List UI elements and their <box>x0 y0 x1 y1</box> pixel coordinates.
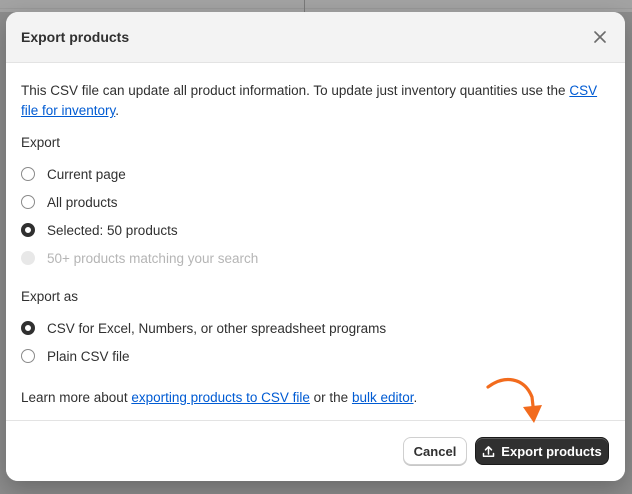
intro-text-main: This CSV file can update all product inf… <box>21 83 570 98</box>
exporting-products-link[interactable]: exporting products to CSV file <box>131 390 310 405</box>
learn-more-prefix: Learn more about <box>21 390 132 405</box>
radio-label: Selected: 50 products <box>47 222 178 238</box>
export-products-button-label: Export products <box>501 443 602 459</box>
background-top-strip <box>0 0 632 12</box>
learn-more-suffix: . <box>413 390 418 405</box>
close-button[interactable] <box>589 26 611 48</box>
radio-all-products[interactable]: All products <box>21 188 610 216</box>
intro-text-suffix: . <box>115 103 120 118</box>
background-divider <box>304 0 305 12</box>
export-as-radio-group: CSV for Excel, Numbers, or other spreads… <box>21 314 610 370</box>
radio-label: All products <box>47 194 118 210</box>
radio-label: CSV for Excel, Numbers, or other spreads… <box>47 320 387 336</box>
radio-label: Plain CSV file <box>47 348 130 364</box>
radio-plain-csv[interactable]: Plain CSV file <box>21 342 610 370</box>
background-divider <box>0 8 632 9</box>
export-products-dialog: Export products This CSV file can update… <box>6 12 625 481</box>
export-section-label: Export <box>21 135 61 150</box>
radio-label-disabled: 50+ products matching your search <box>47 250 259 266</box>
export-products-button[interactable]: Export products <box>475 437 609 465</box>
learn-more-text: Learn more about exporting products to C… <box>21 388 610 408</box>
upload-icon <box>482 445 495 458</box>
radio-label: Current page <box>47 166 126 182</box>
cancel-button[interactable]: Cancel <box>403 437 467 465</box>
radio-button[interactable] <box>21 195 35 209</box>
radio-button-disabled <box>21 251 35 265</box>
intro-text: This CSV file can update all product inf… <box>21 81 610 121</box>
export-as-section-label: Export as <box>21 289 79 304</box>
dialog-header: Export products <box>6 12 625 63</box>
radio-selected-products[interactable]: Selected: 50 products <box>21 216 610 244</box>
radio-button-checked[interactable] <box>21 321 35 335</box>
radio-csv-excel[interactable]: CSV for Excel, Numbers, or other spreads… <box>21 314 610 342</box>
bulk-editor-link[interactable]: bulk editor <box>352 390 414 405</box>
dialog-footer: Cancel Export products <box>6 420 625 481</box>
close-icon <box>594 31 606 43</box>
learn-more-middle: or the <box>309 390 352 405</box>
radio-matching-search: 50+ products matching your search <box>21 244 610 272</box>
dialog-title: Export products <box>21 29 130 45</box>
radio-button[interactable] <box>21 167 35 181</box>
radio-current-page[interactable]: Current page <box>21 160 610 188</box>
dialog-body: This CSV file can update all product inf… <box>6 63 625 408</box>
radio-button-checked[interactable] <box>21 223 35 237</box>
radio-button[interactable] <box>21 349 35 363</box>
export-radio-group: Current page All products Selected: 50 p… <box>21 160 610 272</box>
